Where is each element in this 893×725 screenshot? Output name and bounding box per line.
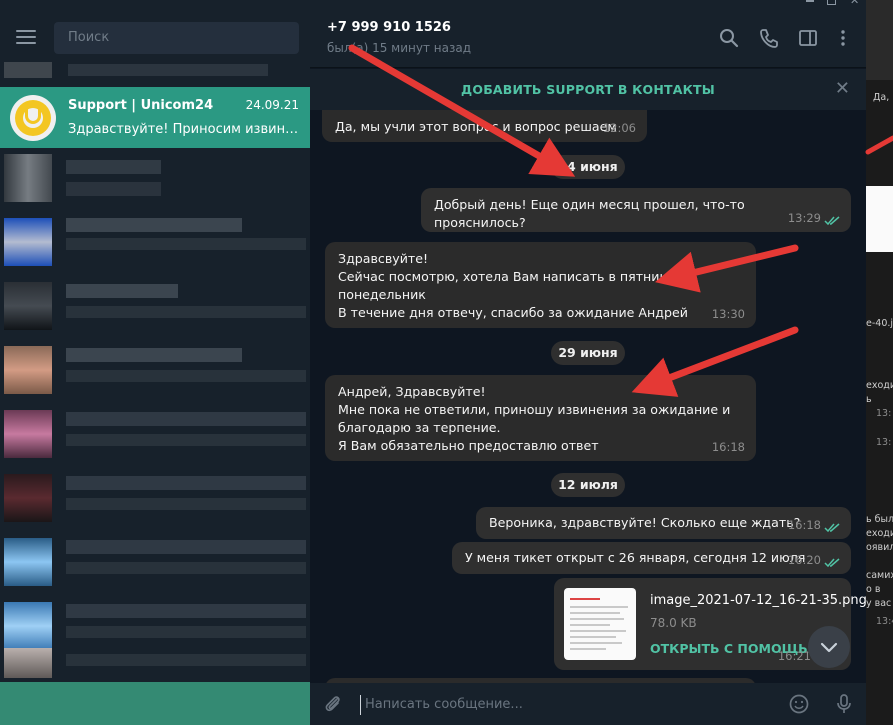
message-time: 16:18: [711, 440, 745, 454]
date-separator: 24 июня: [551, 155, 625, 179]
obscured-chat-item[interactable]: [0, 278, 310, 338]
message-line: благодарю за терпение.: [338, 420, 501, 435]
message-text: Да, мы учли этот вопрос и вопрос решаем: [335, 119, 617, 134]
message-line: понедельник: [338, 287, 426, 302]
chat-preview: Здравствуйте! Приносим извинения за дост…: [68, 122, 300, 137]
background-image: [866, 186, 893, 252]
minimize-icon[interactable]: [806, 0, 814, 2]
file-message[interactable]: image_2021-07-12_16-21-35.png 78.0 KB ОТ…: [554, 578, 866, 670]
background-window: Да, e-40.j еходи ь 13: 13: ь был еходи о…: [866, 0, 893, 725]
maximize-icon[interactable]: [827, 0, 836, 5]
background-text: ь был: [866, 514, 893, 525]
contact-phone[interactable]: +7 999 910 1526: [327, 20, 451, 35]
message-composer: Написать сообщение...: [310, 683, 866, 725]
message-time: 16:20: [787, 553, 821, 567]
add-to-contacts-button[interactable]: ДОБАВИТЬ SUPPORT В КОНТАКТЫ: [310, 82, 866, 97]
search-icon[interactable]: [718, 27, 740, 49]
window-top-strip: [310, 0, 866, 8]
chat-date: 24.09.21: [245, 98, 299, 112]
read-checkmarks-icon: [824, 216, 842, 226]
background-text: самих: [866, 570, 893, 581]
background-text: 13:: [876, 437, 892, 448]
obscured-chat-item[interactable]: [0, 470, 310, 530]
message-line: Мне пока не ответили, приношу извинения …: [338, 402, 731, 417]
date-separator: 29 июня: [551, 341, 625, 365]
obscured-chat-item[interactable]: [0, 214, 310, 274]
obscured-chat-item[interactable]: [0, 150, 310, 210]
message-outgoing[interactable]: Добрый день! Еще один месяц прошел, что-…: [421, 188, 851, 232]
message-text: Вероника, здравствуйте! Сколько еще ждат…: [489, 515, 801, 530]
obscured-chat-list: [0, 60, 310, 87]
message-line: Сейчас посмотрю, хотела Вам написать в п…: [338, 269, 680, 284]
chat-list-item-support-unicom24[interactable]: Support | Unicom24 24.09.21 Здравствуйте…: [0, 87, 310, 148]
message-incoming[interactable]: Здравсвуйте! Сейчас посмотрю, хотела Вам…: [325, 242, 756, 328]
message-time: 13:30: [711, 307, 745, 321]
message-outgoing[interactable]: Вероника, здравствуйте! Сколько еще ждат…: [476, 507, 851, 539]
message-time: 16:21: [777, 649, 811, 663]
paperclip-icon[interactable]: [322, 693, 344, 719]
scroll-down-button[interactable]: [808, 626, 850, 668]
background-text: еходи: [866, 528, 893, 539]
phone-call-icon[interactable]: [758, 27, 780, 49]
background-text: 13:: [876, 408, 892, 419]
message-line: Здравсвуйте!: [338, 251, 429, 266]
background-window-header: [866, 0, 893, 80]
chat-header[interactable]: +7 999 910 1526 был(а) 15 минут назад: [310, 8, 866, 68]
obscured-chat-item[interactable]: [0, 342, 310, 402]
message-input[interactable]: Написать сообщение...: [360, 695, 730, 715]
obscured-chat-item[interactable]: [0, 640, 310, 682]
background-text: Да,: [873, 92, 890, 103]
hamburger-menu-icon[interactable]: [16, 30, 36, 46]
window-controls: ✕: [800, 0, 893, 8]
message-incoming[interactable]: Андрей, Здравсвуйте! Мне пока не ответил…: [325, 375, 756, 461]
read-checkmarks-icon: [824, 558, 842, 568]
chevron-down-icon: [820, 642, 838, 653]
unicom24-logo-avatar: [10, 95, 56, 141]
message-line: Андрей, Здравсвуйте!: [338, 384, 486, 399]
microphone-icon[interactable]: [833, 693, 855, 719]
chat-list-sidebar: Поиск Support | Unicom24 24.09.21 Здравс…: [0, 0, 310, 725]
message-line: В течение дня отвечу, спасибо за ожидани…: [338, 305, 688, 320]
chat-name: Support | Unicom24: [68, 98, 214, 113]
message-line: Я Вам обязательно предоставлю ответ: [338, 438, 599, 453]
message-text: У меня тикет открыт с 26 января, сегодня…: [465, 550, 806, 565]
date-separator: 12 июля: [551, 473, 625, 497]
file-name[interactable]: image_2021-07-12_16-21-35.png: [650, 592, 866, 610]
background-text: оявил: [866, 542, 893, 553]
message-text: Добрый день! Еще один месяц прошел, что-…: [434, 197, 745, 230]
window-close-icon[interactable]: ✕: [850, 0, 859, 7]
file-thumbnail-image[interactable]: [564, 588, 636, 660]
search-input[interactable]: Поиск: [54, 22, 299, 54]
message-time: 16:18: [787, 518, 821, 532]
close-icon[interactable]: ✕: [835, 80, 850, 98]
add-contact-bar: ДОБАВИТЬ SUPPORT В КОНТАКТЫ ✕: [310, 69, 866, 110]
message-time: 12:06: [602, 121, 636, 135]
emoji-icon[interactable]: [788, 693, 810, 719]
background-text: еходи: [866, 380, 893, 391]
message-time: 13:29: [787, 211, 821, 225]
obscured-chat-item[interactable]: [0, 682, 310, 725]
read-checkmarks-icon: [824, 523, 842, 533]
obscured-chat-item[interactable]: [0, 406, 310, 466]
background-text: 13:4: [876, 616, 893, 627]
sidebar-toggle-icon[interactable]: [797, 27, 819, 49]
background-text: у вас: [866, 598, 892, 609]
background-text: о в: [866, 584, 881, 595]
more-options-icon[interactable]: [832, 27, 854, 49]
last-seen-status: был(а) 15 минут назад: [327, 41, 471, 55]
background-text: ь: [866, 394, 872, 405]
obscured-chat-item[interactable]: [0, 534, 310, 594]
background-text: e-40.j: [866, 318, 893, 329]
chat-pane: +7 999 910 1526 был(а) 15 минут назад ДО…: [310, 0, 866, 725]
file-size: 78.0 KB: [650, 616, 697, 630]
message-outgoing[interactable]: У меня тикет открыт с 26 января, сегодня…: [452, 542, 851, 574]
message-incoming[interactable]: Да, мы учли этот вопрос и вопрос решаем …: [322, 110, 647, 142]
